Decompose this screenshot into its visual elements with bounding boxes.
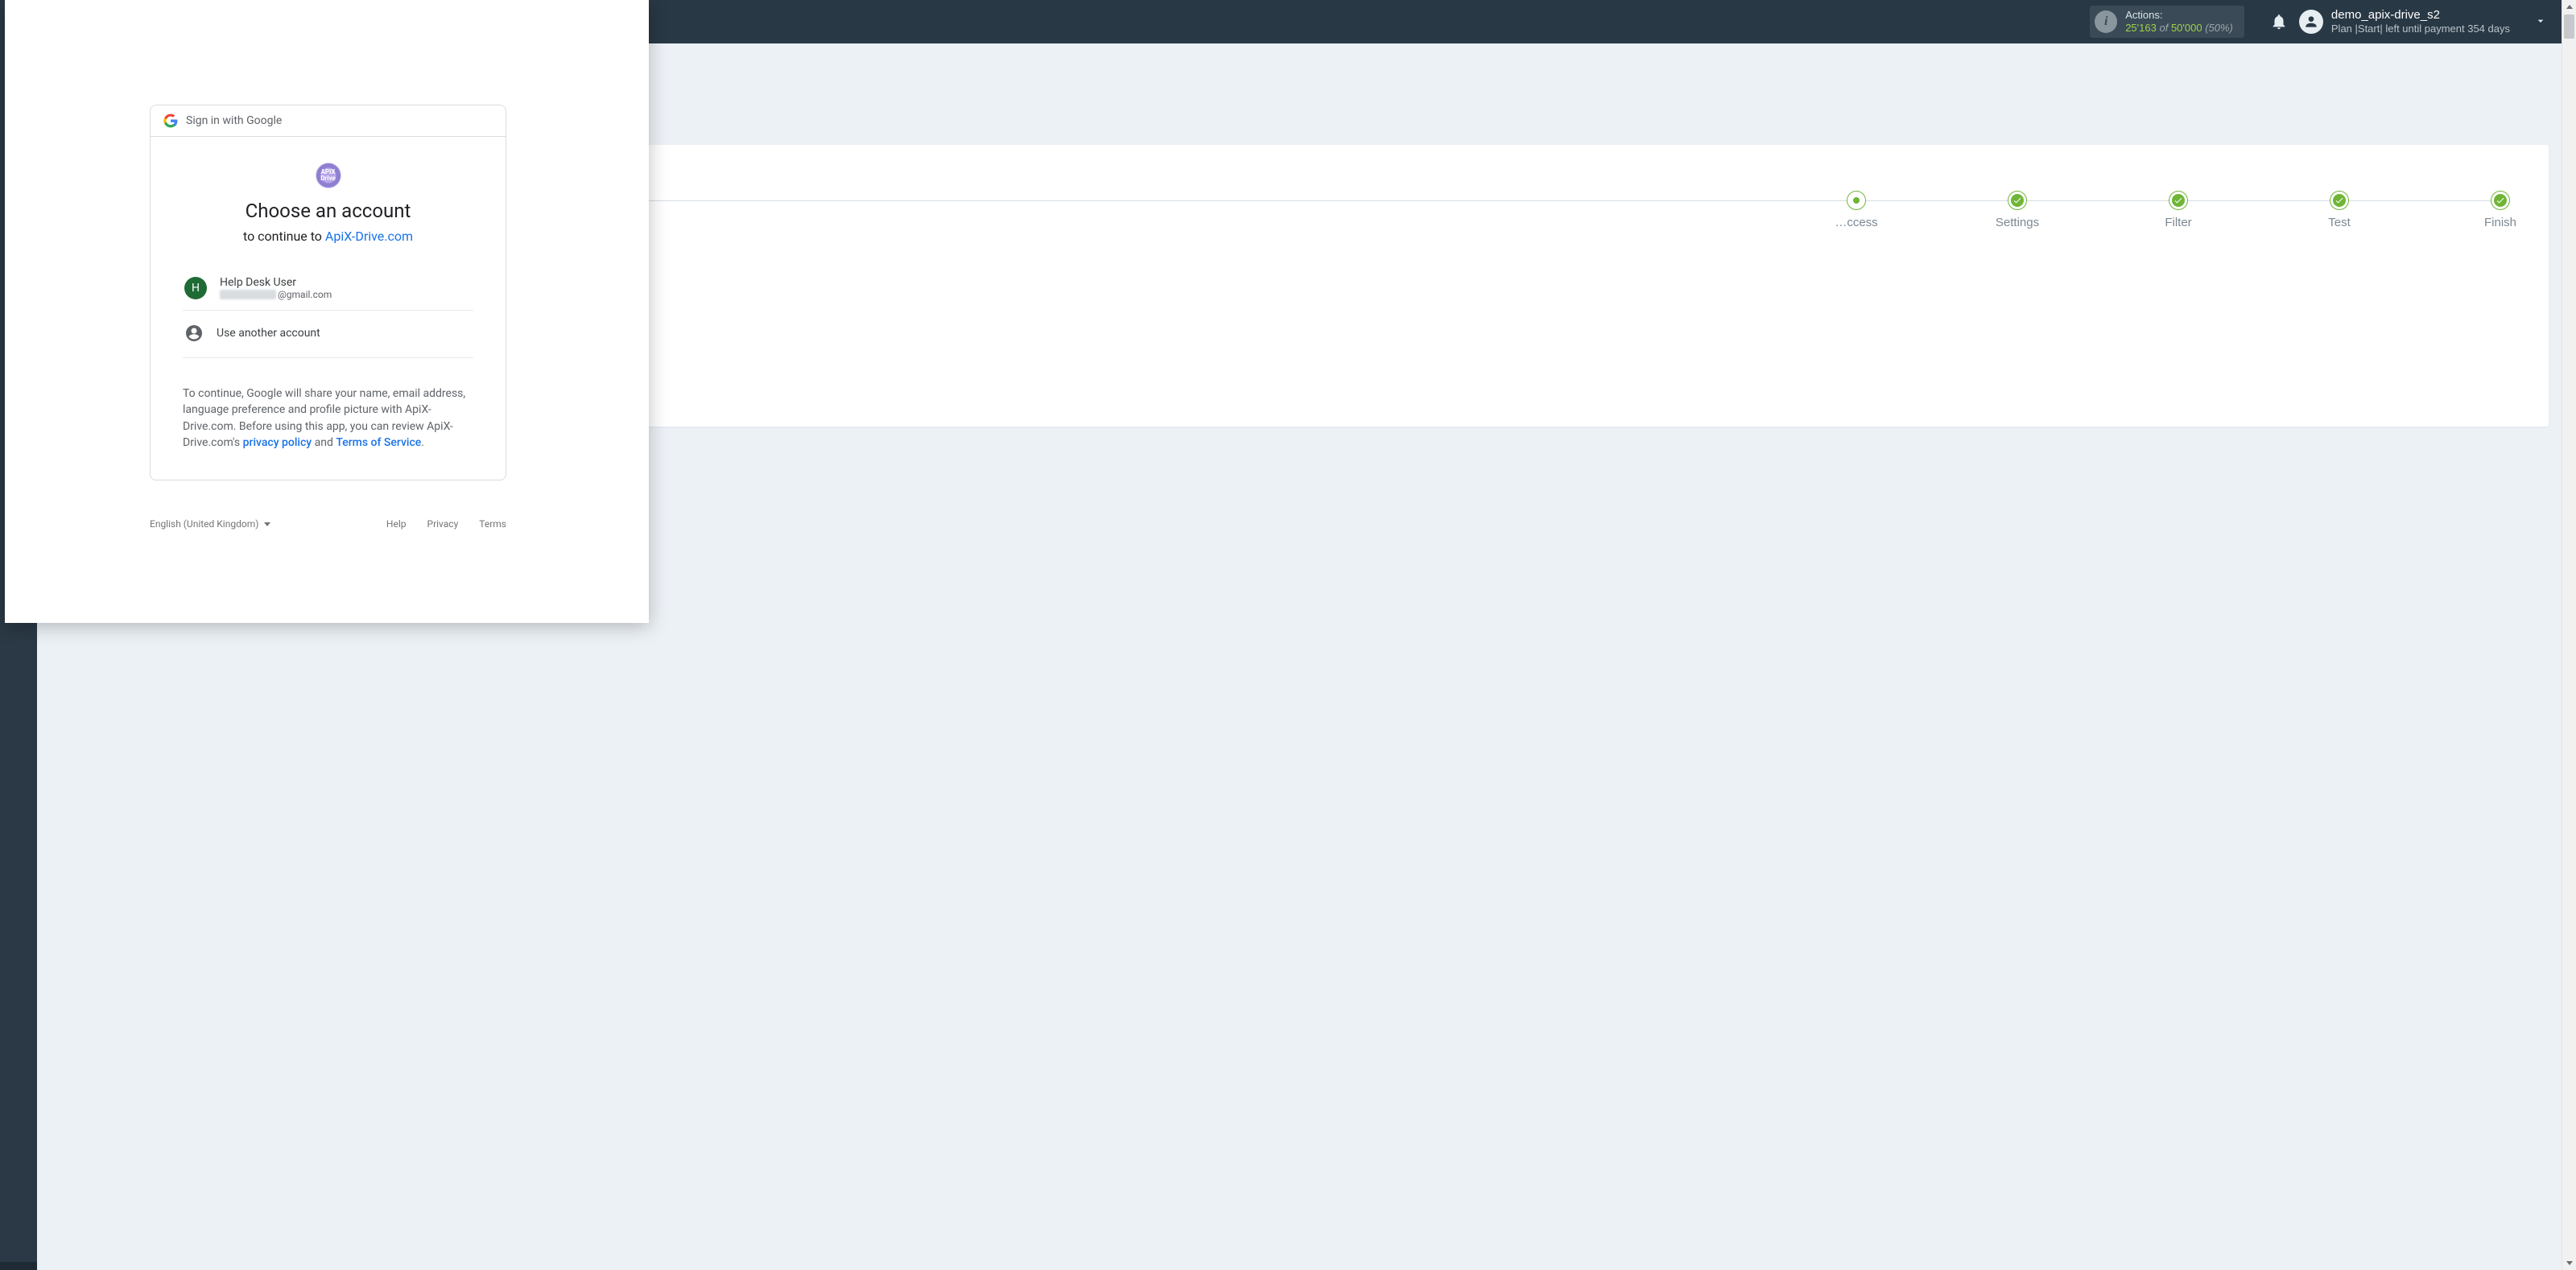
page-scrollbar[interactable]	[2562, 0, 2576, 1270]
user-menu[interactable]: demo_apix-drive_s2 Plan |Start| left unt…	[2299, 8, 2547, 35]
account-option[interactable]: H Help Desk User @gmail.com	[183, 266, 473, 311]
chevron-down-icon	[2534, 14, 2547, 30]
user-name: demo_apix-drive_s2	[2331, 8, 2510, 23]
step-finish[interactable]: Finish	[2476, 192, 2524, 229]
privacy-policy-link[interactable]: privacy policy	[243, 436, 312, 449]
account-name: Help Desk User	[220, 276, 332, 289]
step-settings[interactable]: Settings	[1993, 192, 2041, 229]
bell-icon[interactable]	[2270, 13, 2288, 31]
continue-to-subtitle: to continue to ApiX-Drive.com	[183, 229, 473, 244]
redacted-email-prefix	[220, 290, 276, 299]
actions-counter[interactable]: i Actions: 25'163 of 50'000 (50%)	[2090, 6, 2244, 38]
step-filter[interactable]: Filter	[2154, 192, 2202, 229]
user-avatar-icon	[2299, 10, 2323, 34]
use-another-label: Use another account	[217, 327, 320, 340]
popup-footer: English (United Kingdom) Help Privacy Te…	[150, 518, 506, 530]
step-access[interactable]: …ccess	[1832, 192, 1880, 229]
scroll-down-icon[interactable]	[2562, 1256, 2576, 1270]
user-plan: Plan |Start| left until payment 354 days	[2331, 23, 2510, 35]
account-email: @gmail.com	[220, 289, 332, 300]
left-bottom-bar	[0, 1262, 37, 1270]
footer-terms-link[interactable]: Terms	[479, 518, 506, 530]
step-test[interactable]: Test	[2315, 192, 2363, 229]
footer-help-link[interactable]: Help	[386, 518, 407, 530]
google-logo-icon	[163, 113, 178, 128]
card-header: Sign in with Google	[151, 105, 506, 137]
sign-in-with-google-label: Sign in with Google	[186, 114, 282, 127]
disclosure-text: To continue, Google will share your name…	[183, 386, 473, 451]
person-icon	[184, 324, 204, 343]
app-logo-icon: APIX Drive	[316, 163, 341, 188]
caret-down-icon	[263, 520, 271, 528]
google-oauth-popup: Sign in with Google APIX Drive Choose an…	[5, 0, 649, 623]
footer-privacy-link[interactable]: Privacy	[427, 518, 459, 530]
language-selector[interactable]: English (United Kingdom)	[150, 518, 271, 530]
scroll-thumb[interactable]	[2564, 14, 2574, 39]
terms-of-service-link[interactable]: Terms of Service	[336, 436, 421, 449]
continue-app-link[interactable]: ApiX-Drive.com	[325, 229, 413, 244]
actions-usage: 25'163 of 50'000 (50%)	[2125, 22, 2233, 35]
account-avatar: H	[184, 277, 207, 299]
scroll-up-icon[interactable]	[2562, 0, 2576, 14]
use-another-account[interactable]: Use another account	[183, 311, 473, 358]
account-chooser-card: Sign in with Google APIX Drive Choose an…	[150, 105, 506, 480]
choose-account-title: Choose an account	[183, 200, 473, 222]
actions-label: Actions:	[2125, 9, 2233, 22]
info-icon: i	[2095, 10, 2117, 33]
